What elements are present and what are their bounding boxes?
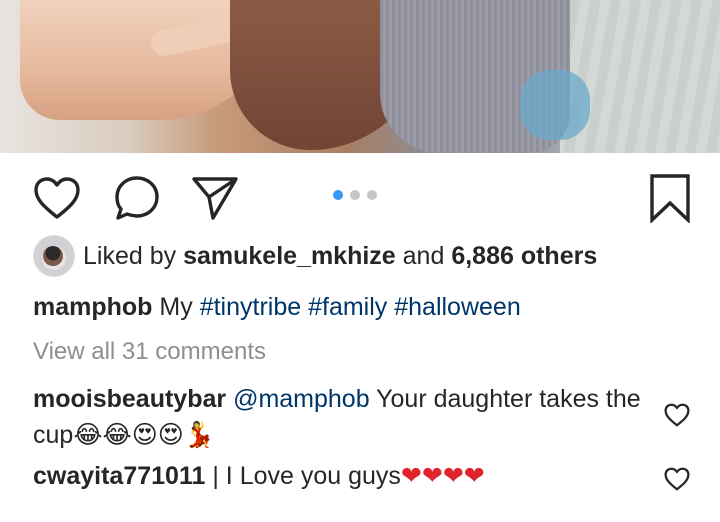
hashtag-family[interactable]: #family: [308, 293, 387, 321]
comment-like-button[interactable]: [664, 402, 690, 428]
comment-username[interactable]: mooisbeautybar: [33, 385, 226, 413]
post-actions-bar: [0, 168, 720, 228]
save-button[interactable]: [640, 168, 700, 228]
comment-item: cwayita771011 | I Love you guys❤❤❤❤: [33, 458, 653, 494]
avatar[interactable]: [33, 235, 75, 277]
likes-row: Liked by samukele_mkhize and 6,886 other…: [33, 235, 597, 277]
like-button[interactable]: [27, 168, 87, 228]
caption-username[interactable]: mamphob: [33, 293, 152, 321]
post-photo[interactable]: [0, 0, 720, 153]
liker-username[interactable]: samukele_mkhize: [183, 242, 396, 270]
hashtag-halloween[interactable]: #halloween: [394, 293, 521, 321]
view-all-comments-link[interactable]: View all 31 comments: [33, 338, 266, 366]
heart-outline-icon: [34, 177, 80, 219]
comment-item: mooisbeautybar @mamphob Your daughter ta…: [33, 381, 653, 453]
photo-toy: [520, 70, 590, 140]
likes-prefix: Liked by: [83, 241, 177, 270]
caption-text: My: [159, 293, 193, 321]
comment-emojis: 😂😂😍😍💃: [73, 420, 215, 449]
carousel-dot-2: [350, 190, 360, 200]
comment-mention[interactable]: @mamphob: [233, 385, 370, 413]
comment-username[interactable]: cwayita771011: [33, 462, 205, 490]
comment-emojis: ❤❤❤❤: [400, 461, 485, 490]
share-button[interactable]: [185, 168, 245, 228]
comment-button[interactable]: [107, 168, 167, 228]
likes-count[interactable]: 6,886 others: [451, 242, 597, 270]
comment-text: I Love you guys: [225, 462, 401, 490]
comment-separator: |: [212, 462, 219, 490]
hashtag-tinytribe[interactable]: #tinytribe: [200, 293, 301, 321]
carousel-dot-3: [367, 190, 377, 200]
small-heart-icon: [664, 467, 690, 491]
likes-text[interactable]: Liked by samukele_mkhize and 6,886 other…: [83, 242, 597, 271]
likes-middle: and: [402, 241, 445, 270]
small-heart-icon: [664, 403, 690, 427]
photo-blanket: [560, 0, 720, 153]
carousel-dot-1: [333, 190, 343, 200]
post-caption: mamphob My #tinytribe #family #halloween: [33, 293, 521, 322]
carousel-indicator: [333, 190, 377, 200]
bookmark-icon: [650, 174, 690, 223]
paper-plane-icon: [192, 177, 238, 220]
comment-like-button[interactable]: [664, 466, 690, 492]
comment-bubble-icon: [115, 176, 159, 220]
